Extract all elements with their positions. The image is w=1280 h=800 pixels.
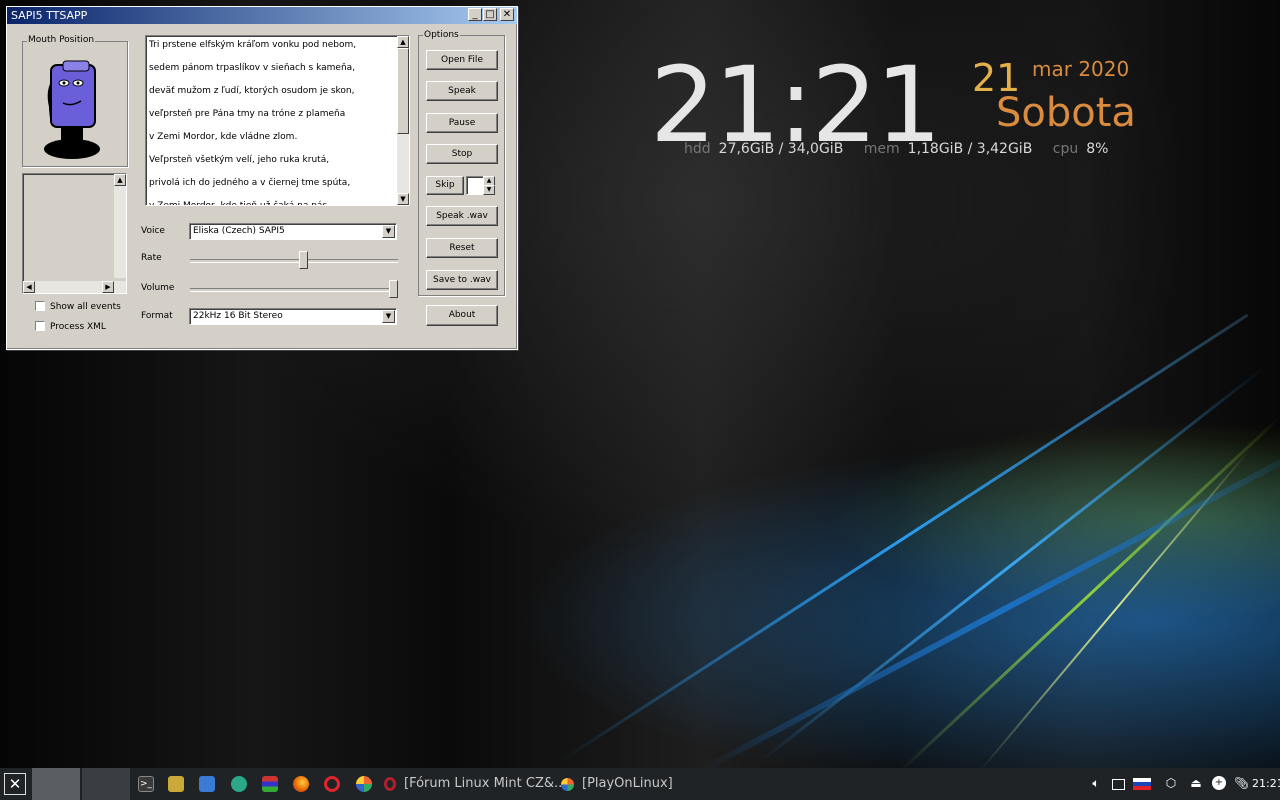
taskbar: ✕ >_ [Fórum Linux Mint CZ&... [PlayOnLin… [0,768,1280,800]
about-button[interactable]: About [426,305,498,326]
opera-task-icon [384,777,396,791]
terminal-icon[interactable]: >_ [138,776,154,792]
task-forum[interactable]: [Fórum Linux Mint CZ&... [404,776,566,791]
scroll-down-icon[interactable]: ▼ [397,193,409,205]
workspace-2[interactable] [82,768,130,800]
firefox-icon[interactable] [293,776,309,792]
conky-weekday: Sobota [996,90,1136,136]
save-wav-button[interactable]: Save to .wav [426,270,498,290]
mem-value: 1,18GiB / 3,42GiB [907,141,1033,157]
text-line: v Zemi Mordor, kde vládne zlom. [149,132,298,142]
start-menu-button[interactable]: ✕ [4,773,26,795]
keyboard-layout-icon[interactable] [1133,778,1151,790]
events-list[interactable]: ▲ ◀ ▶ [22,173,127,294]
close-button[interactable]: ✕ [500,8,514,21]
archive-manager-icon[interactable] [262,776,278,792]
show-all-events-checkbox[interactable] [35,301,45,311]
process-xml-label: Process XML [50,322,106,332]
wallpaper-streak [698,439,1280,768]
speak-button[interactable]: Speak [426,81,498,101]
format-select[interactable]: 22kHz 16 Bit Stereo ▼ [189,308,397,325]
title-bar[interactable]: SAPI5 TTSAPP _ □ ✕ [7,7,517,24]
rate-label: Rate [141,253,162,263]
playonlinux-icon[interactable] [356,776,372,792]
rate-slider[interactable] [299,251,309,269]
volume-icon[interactable]: 🔈︎ [1089,776,1103,790]
text-line: deväť mužom z ľudí, ktorých osudom je sk… [149,86,355,96]
stop-button[interactable]: Stop [426,144,498,164]
volume-track [190,288,398,292]
opera-icon[interactable] [324,776,340,792]
volume-label: Volume [141,283,175,293]
skip-button[interactable]: Skip [426,176,464,195]
network-icon[interactable]: ⬡ [1164,776,1178,790]
file-manager-icon[interactable] [168,776,184,792]
voice-select[interactable]: Eliska (Czech) SAPI5 ▼ [189,223,397,240]
mouth-position-label: Mouth Position [27,35,96,45]
format-label: Format [141,311,173,321]
reset-button[interactable]: Reset [426,238,498,258]
skip-count-input[interactable] [466,176,484,195]
scroll-up-icon[interactable]: ▲ [397,36,409,48]
hdd-label: hdd [684,141,711,157]
volume-slider[interactable] [389,280,398,298]
update-manager-icon[interactable] [231,776,247,792]
conky-stats: hdd 27,6GiB / 34,0GiB mem 1,18GiB / 3,42Gi… [684,141,1124,157]
events-scrollbar[interactable]: ▲ [114,174,126,278]
rate-track [190,259,398,263]
text-line: v Zemi Mordor, kde tieň už čaká na nás. [149,201,330,206]
scroll-thumb[interactable] [397,48,409,134]
mem-label: mem [863,141,900,157]
voice-value: Eliska (Czech) SAPI5 [193,226,285,236]
scroll-right-icon[interactable]: ▶ [102,281,114,293]
spin-down-icon[interactable]: ▼ [483,185,495,195]
scroll-up-icon[interactable]: ▲ [114,174,126,186]
workspace-1[interactable] [32,768,80,800]
mouth-avatar [44,60,100,159]
cpu-value: 8% [1086,141,1109,157]
hdd-value: 27,6GiB / 34,0GiB [718,141,844,157]
voice-label: Voice [141,226,165,236]
text-line: Veľprsteň všetkým velí, jeho ruka krutá, [149,155,330,165]
speech-text-area[interactable]: Tri prstene elfským kráľom vonku pod neb… [145,35,410,206]
scroll-left-icon[interactable]: ◀ [23,281,35,293]
playonlinux-task-icon [561,778,574,791]
text-content: Tri prstene elfským kráľom vonku pod neb… [149,37,357,206]
wallpaper-streak [898,415,1280,768]
text-line: privolá ich do jedného a v čiernej tme s… [149,178,351,188]
text-editor-icon[interactable] [199,776,215,792]
cpu-label: cpu [1052,141,1079,157]
format-value: 22kHz 16 Bit Stereo [193,311,283,321]
clipboard-icon[interactable]: 📎︎ [1234,776,1249,790]
maximize-button[interactable]: □ [483,8,497,21]
events-hscrollbar[interactable]: ◀ ▶ [23,281,126,293]
skip-spinner[interactable]: ▲ ▼ [483,176,495,195]
text-scrollbar[interactable]: ▲ ▼ [397,36,409,205]
process-xml-checkbox[interactable] [35,321,45,331]
notifications-icon[interactable] [1112,779,1125,790]
text-line: veľprsteň pre Pána tmy na tróne z plameň… [149,109,346,119]
speak-wav-button[interactable]: Speak .wav [426,206,498,226]
window-title: SAPI5 TTSAPP [11,9,88,22]
update-icon[interactable]: + [1212,776,1226,790]
wallpaper-streak [759,366,1266,763]
ttsapp-window: SAPI5 TTSAPP _ □ ✕ Mouth Position ▲ ◀ ▶ … [6,6,518,350]
open-file-button[interactable]: Open File [426,50,498,70]
pause-button[interactable]: Pause [426,113,498,133]
text-line: Tri prstene elfským kráľom vonku pod neb… [149,40,357,50]
task-playonlinux[interactable]: [PlayOnLinux] [582,776,673,791]
text-line: sedem pánom trpaslíkov v sieňach s kameň… [149,63,356,73]
chevron-down-icon[interactable]: ▼ [382,225,395,238]
show-all-events-label: Show all events [50,302,121,312]
taskbar-clock[interactable]: 21:21 [1252,777,1280,790]
options-label: Options [423,30,460,40]
minimize-button[interactable]: _ [468,8,482,21]
eject-icon[interactable]: ⏏ [1189,776,1203,790]
wallpaper-streak [559,313,1249,763]
conky-month: mar 2020 [1032,57,1130,81]
chevron-down-icon[interactable]: ▼ [382,310,395,323]
